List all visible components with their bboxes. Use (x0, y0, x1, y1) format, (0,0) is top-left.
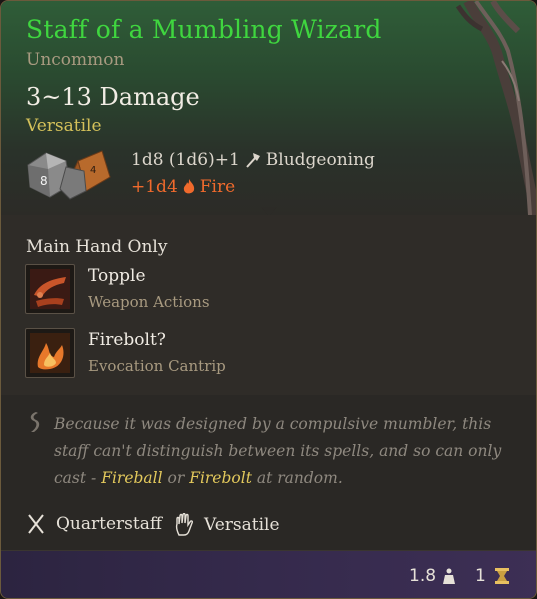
hand-icon (175, 513, 193, 536)
flavor-text: Because it was designed by a compulsive … (54, 411, 524, 492)
fire-icon (183, 179, 194, 194)
action-name: Firebolt? (88, 330, 166, 350)
firebolt-icon (25, 328, 75, 378)
property-versatile[interactable]: Versatile (174, 513, 280, 537)
action-firebolt[interactable]: Firebolt? Evocation Cantrip (25, 328, 425, 380)
action-type: Weapon Actions (88, 293, 210, 311)
item-tooltip: Staff of a Mumbling Wizard Uncommon 3~13… (0, 0, 537, 599)
description-section: Because it was designed by a compulsive … (1, 395, 536, 550)
value-amount: 1 (475, 566, 486, 586)
action-topple[interactable]: Topple Weapon Actions (25, 264, 425, 316)
topple-icon (25, 264, 75, 314)
weight-icon (443, 568, 456, 584)
damage-primary-dice: 1d8 (1d6)+1 (131, 150, 240, 170)
tooltip-header: Staff of a Mumbling Wizard Uncommon 3~13… (1, 1, 536, 216)
flavor-text-icon (30, 412, 40, 432)
actions-label: Main Hand Only (26, 237, 168, 257)
action-name: Topple (88, 266, 146, 286)
property-quarterstaff[interactable]: Quarterstaff (26, 513, 162, 535)
action-type: Evocation Cantrip (88, 357, 226, 375)
damage-primary-type: Bludgeoning (265, 150, 375, 170)
flavor-text-part: or (162, 469, 190, 487)
item-rarity: Uncommon (26, 50, 125, 70)
versatile-tag: Versatile (26, 116, 102, 136)
bludgeoning-icon (246, 153, 260, 168)
tooltip-footer: 1.8 1 (1, 550, 536, 598)
damage-range: 3~13 Damage (26, 83, 200, 111)
damage-primary: 1d8 (1d6)+1 Bludgeoning (131, 150, 375, 170)
keyword-firebolt[interactable]: Firebolt (189, 469, 252, 487)
item-weight: 1.8 (409, 566, 456, 586)
weapon-properties: Quarterstaff Versatile (26, 513, 506, 539)
item-name: Staff of a Mumbling Wizard (26, 15, 382, 44)
actions-section: Main Hand Only Topple Weapon Actions Fir… (1, 215, 536, 395)
property-label: Versatile (204, 515, 280, 535)
weight-value: 1.8 (409, 566, 437, 586)
property-label: Quarterstaff (56, 514, 162, 534)
staff-artwork (455, 1, 536, 215)
dice-icon: 4 8 (27, 150, 111, 200)
damage-bonus: +1d4 Fire (131, 177, 235, 197)
damage-bonus-type: Fire (199, 177, 236, 197)
svg-text:4: 4 (90, 165, 96, 176)
keyword-fireball[interactable]: Fireball (101, 469, 162, 487)
gold-icon (494, 568, 509, 584)
flavor-text-part: at random. (251, 469, 343, 487)
die-number: 8 (40, 174, 48, 188)
crossed-staves-icon (28, 514, 44, 534)
damage-bonus-dice: +1d4 (131, 177, 178, 197)
item-value: 1 (475, 566, 510, 586)
